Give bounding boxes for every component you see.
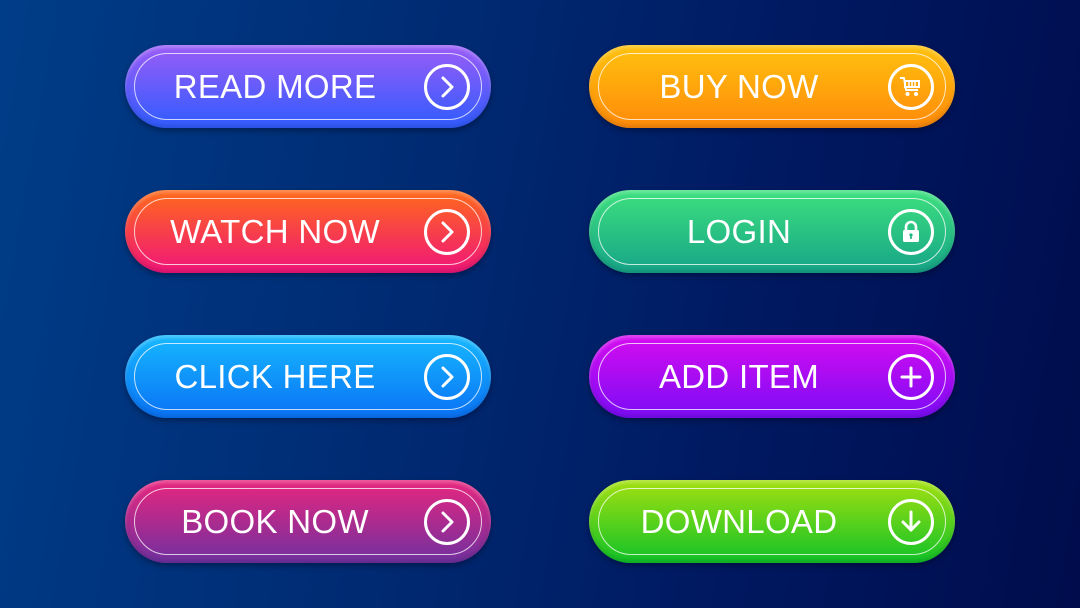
- chevron-right-circle-icon: [424, 498, 470, 545]
- button-label: BUY NOW: [659, 67, 819, 105]
- read-more-button[interactable]: READ MORE: [125, 45, 491, 128]
- download-button[interactable]: DOWNLOAD: [589, 480, 955, 563]
- button-label: DOWNLOAD: [640, 502, 838, 540]
- buy-now-button[interactable]: BUY NOW: [589, 45, 955, 128]
- download-arrow-icon: [888, 498, 934, 545]
- button-label: ADD ITEM: [658, 357, 820, 395]
- button-label: READ MORE: [173, 67, 377, 105]
- click-here-button[interactable]: CLICK HERE: [125, 335, 491, 418]
- book-now-button[interactable]: BOOK NOW: [125, 480, 491, 563]
- button-label: BOOK NOW: [181, 502, 369, 540]
- chevron-right-circle-icon: [424, 353, 470, 400]
- chevron-right-circle-icon: [424, 208, 470, 255]
- login-button[interactable]: LOGIN: [589, 190, 955, 273]
- button-label: LOGIN: [686, 212, 792, 250]
- plus-circle-icon: [888, 353, 934, 400]
- button-label: CLICK HERE: [174, 357, 376, 395]
- shopping-cart-icon: [888, 63, 934, 110]
- button-label: WATCH NOW: [170, 212, 380, 250]
- chevron-right-circle-icon: [424, 63, 470, 110]
- lock-icon: [888, 208, 934, 255]
- watch-now-button[interactable]: WATCH NOW: [125, 190, 491, 273]
- add-item-button[interactable]: ADD ITEM: [589, 335, 955, 418]
